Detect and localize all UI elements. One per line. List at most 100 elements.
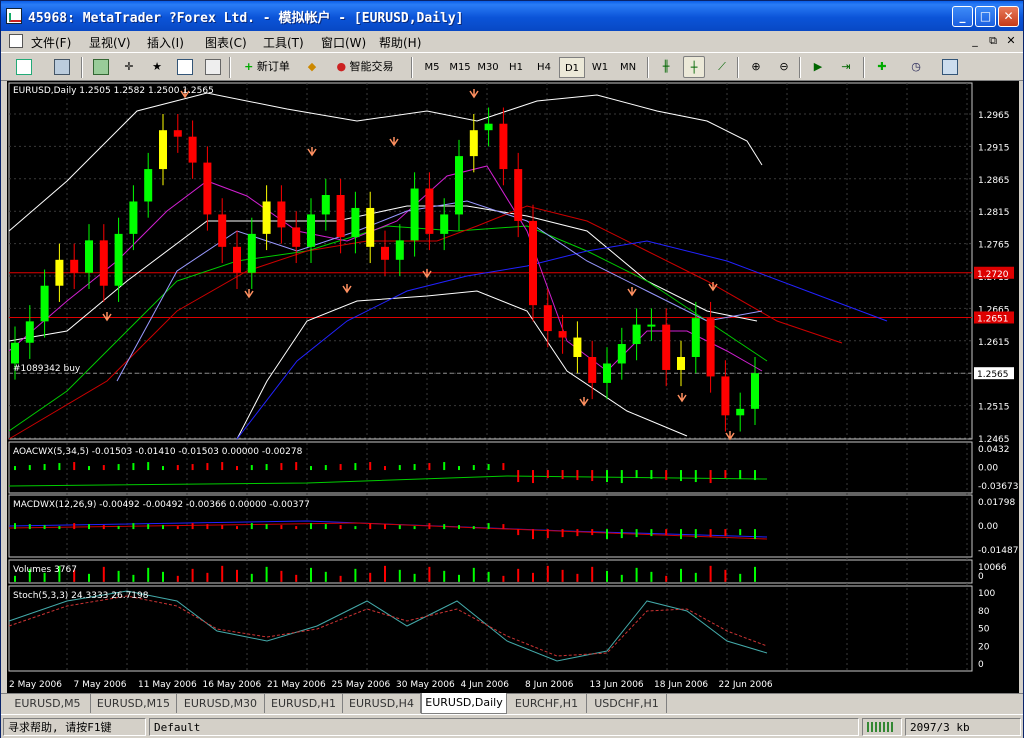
- menu-window[interactable]: 窗口(W): [321, 34, 366, 51]
- profiles-icon[interactable]: [51, 56, 73, 78]
- metatrader-app-icon[interactable]: [6, 8, 22, 24]
- toolbar-separator: [411, 57, 413, 78]
- timeframe-m15[interactable]: M15: [447, 57, 473, 78]
- status-help-text: 寻求帮助, 请按F1键: [3, 718, 146, 736]
- candle-body: [129, 201, 138, 234]
- price-axis-label: 1.2865: [978, 176, 1010, 186]
- auto-scroll-icon[interactable]: ▶: [807, 56, 829, 78]
- new-order-button[interactable]: + 新订单: [237, 56, 297, 78]
- candlestick-chart-icon[interactable]: ┼: [683, 56, 705, 78]
- chart-tab[interactable]: EURCHF,H1: [507, 694, 587, 713]
- window-title: 45968: MetaTrader ?Forex Ltd. - 模拟帐户 - […: [28, 11, 464, 26]
- chart-tab[interactable]: EURUSD,M5: [5, 694, 91, 713]
- favorites-star-icon[interactable]: ★: [146, 56, 168, 78]
- stoch-signal-line: [8, 595, 768, 657]
- menu-charts[interactable]: 图表(C): [205, 34, 247, 51]
- timeframe-m30[interactable]: M30: [475, 57, 501, 78]
- date-axis-label: 11 May 2006: [138, 680, 197, 690]
- candle-body: [188, 136, 197, 163]
- order-label: #1089342 buy: [13, 364, 81, 374]
- indicator-scale-label: 80: [978, 607, 990, 617]
- menu-insert[interactable]: 插入(I): [147, 34, 184, 51]
- candle-body: [484, 123, 493, 131]
- red-level-tag: 1.2651: [977, 314, 1009, 324]
- timeframe-h1[interactable]: H1: [503, 57, 529, 78]
- menu-help[interactable]: 帮助(H): [379, 34, 421, 51]
- menu-file[interactable]: 文件(F): [31, 34, 71, 51]
- fractal-arrow-icon: [627, 287, 637, 297]
- price-axis-label: 1.2815: [978, 208, 1010, 218]
- title-bar[interactable]: 45968: MetaTrader ?Forex Ltd. - 模拟帐户 - […: [1, 1, 1023, 31]
- chart-header: EURUSD,Daily 1.2505 1.2582 1.2500 1.2565: [13, 86, 214, 96]
- terminal-icon[interactable]: [174, 56, 196, 78]
- chart-tab[interactable]: EURUSD,H4: [343, 694, 421, 713]
- chart-tabs-bar: EURUSD,M5 EURUSD,M15 EURUSD,M30 EURUSD,H1 EU…: [1, 693, 1023, 714]
- fractal-arrow-icon: [579, 397, 589, 407]
- candle-body: [336, 195, 345, 238]
- timeframe-d1[interactable]: D1: [559, 57, 585, 78]
- mdi-close-button[interactable]: ✕: [1003, 33, 1019, 48]
- status-profile[interactable]: Default: [149, 718, 859, 736]
- mdi-minimize-button[interactable]: _: [967, 33, 983, 48]
- new-chart-icon[interactable]: [13, 56, 35, 78]
- chart-tab[interactable]: EURUSD,M15: [91, 694, 177, 713]
- candle-body: [99, 240, 108, 286]
- indicator-scale-label: -0.01487: [978, 546, 1018, 556]
- chart-tab[interactable]: EURUSD,H1: [265, 694, 343, 713]
- periods-clock-icon[interactable]: ◷: [905, 56, 927, 78]
- candle-body: [247, 233, 256, 273]
- bar-chart-icon[interactable]: ╫: [655, 56, 677, 78]
- zoom-out-icon[interactable]: ⊖: [773, 56, 795, 78]
- indicator-scale-label: 0.00: [978, 464, 998, 474]
- menu-tools[interactable]: 工具(T): [263, 34, 304, 51]
- candle-body: [395, 240, 404, 260]
- templates-icon[interactable]: [939, 56, 961, 78]
- market-watch-icon[interactable]: [90, 56, 112, 78]
- ao-signal-line: [8, 475, 768, 487]
- chart-marks: [102, 89, 735, 441]
- crosshair-icon[interactable]: ✛: [118, 56, 140, 78]
- candle-body: [706, 318, 715, 377]
- toolbar-separator: [647, 57, 649, 78]
- maximize-button[interactable]: □: [975, 6, 996, 27]
- timeframe-m5[interactable]: M5: [419, 57, 445, 78]
- minimize-button[interactable]: _: [952, 6, 973, 27]
- candle-body: [603, 363, 611, 383]
- indicators-icon[interactable]: ✚: [871, 56, 893, 78]
- indicator-scale-label: -0.03673: [978, 482, 1018, 492]
- chart-window[interactable]: 1.29651.29151.28651.28151.27651.27151.26…: [7, 81, 1019, 693]
- price-axis-label: 1.2465: [978, 435, 1010, 445]
- status-bar: 寻求帮助, 请按F1键 Default 2097/3 kb: [1, 714, 1023, 738]
- date-axis-label: 21 May 2006: [267, 680, 326, 690]
- timeframe-w1[interactable]: W1: [587, 57, 613, 78]
- indicator-label: AOACWX(5,34,5) -0.01503 -0.01410 -0.0150…: [13, 447, 303, 457]
- indicator-scale-label: 50: [978, 625, 990, 635]
- strategy-tester-icon[interactable]: [202, 56, 224, 78]
- child-window-icon[interactable]: [9, 34, 23, 48]
- candle-body: [410, 188, 419, 241]
- chart-tab[interactable]: EURUSD,Daily: [421, 693, 507, 714]
- chart-canvas[interactable]: 1.29651.29151.28651.28151.27651.27151.26…: [7, 81, 1019, 693]
- panel-frame: [8, 585, 973, 672]
- expert-advisor-icon: ●: [336, 60, 347, 73]
- candle-body: [11, 342, 19, 364]
- metaeditor-icon[interactable]: ◆: [301, 56, 323, 78]
- price-axis-label: 1.2615: [978, 338, 1010, 348]
- chart-tab[interactable]: EURUSD,M30: [177, 694, 265, 713]
- zoom-in-icon[interactable]: ⊕: [745, 56, 767, 78]
- blue-ma-line: [236, 240, 888, 440]
- timeframe-mn[interactable]: MN: [615, 57, 641, 78]
- chart-tab[interactable]: USDCHF,H1: [587, 694, 667, 713]
- date-axis-label: 8 Jun 2006: [525, 680, 574, 690]
- expert-advisors-button[interactable]: ● 智能交易: [329, 56, 401, 78]
- line-chart-icon[interactable]: ⟋: [711, 56, 733, 78]
- expert-advisors-label: 智能交易: [349, 60, 394, 73]
- mdi-restore-button[interactable]: ⧉: [985, 33, 1001, 48]
- timeframe-h4[interactable]: H4: [531, 57, 557, 78]
- indicator-scale-label: 0: [978, 572, 984, 582]
- menu-view[interactable]: 显视(V): [89, 34, 131, 51]
- chart-shift-icon[interactable]: ⇥: [835, 56, 857, 78]
- date-axis-label: 22 Jun 2006: [719, 680, 773, 690]
- menu-bar: 文件(F) 显视(V) 插入(I) 图表(C) 工具(T) 窗口(W) 帮助(H…: [1, 31, 1023, 51]
- close-button[interactable]: ✕: [998, 6, 1019, 27]
